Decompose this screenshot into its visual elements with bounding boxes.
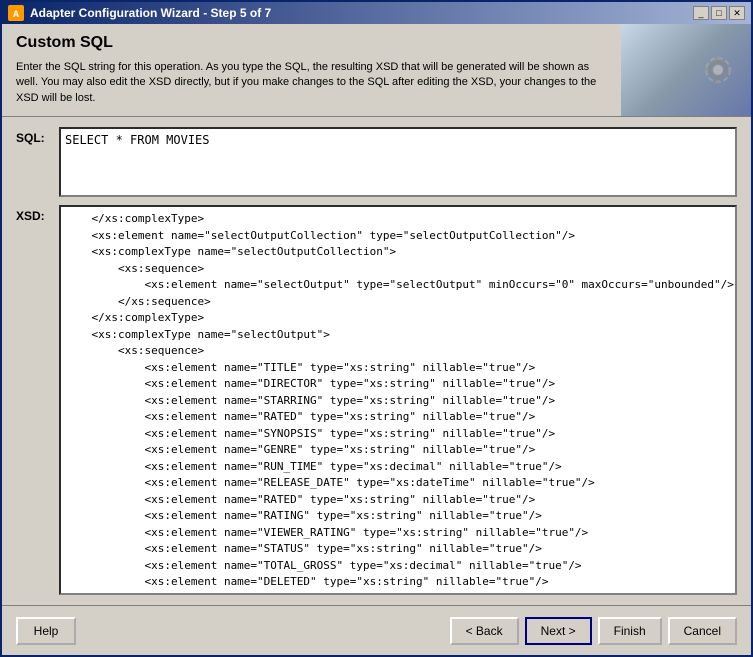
xsd-label: XSD: — [16, 205, 51, 223]
gear-icon — [693, 45, 743, 95]
title-buttons: _ □ ✕ — [693, 6, 745, 20]
next-button[interactable]: Next > — [525, 617, 592, 645]
bottom-left: Help — [16, 617, 76, 645]
minimize-button[interactable]: _ — [693, 6, 709, 20]
title-bar-left: A Adapter Configuration Wizard - Step 5 … — [8, 5, 271, 21]
close-button[interactable]: ✕ — [729, 6, 745, 20]
title-bar: A Adapter Configuration Wizard - Step 5 … — [2, 2, 751, 24]
sql-label: SQL: — [16, 127, 51, 145]
header-description: Enter the SQL string for this operation.… — [16, 60, 607, 106]
finish-button[interactable]: Finish — [598, 617, 662, 645]
sql-input[interactable]: SELECT * FROM MOVIES — [59, 127, 737, 197]
sql-field-row: SQL: SELECT * FROM MOVIES — [16, 127, 737, 197]
window-title: Adapter Configuration Wizard - Step 5 of… — [30, 6, 271, 20]
header-graphic — [621, 24, 751, 116]
header-section: Custom SQL Enter the SQL string for this… — [2, 24, 751, 117]
maximize-button[interactable]: □ — [711, 6, 727, 20]
header-left: Custom SQL Enter the SQL string for this… — [2, 24, 621, 116]
main-content: SQL: SELECT * FROM MOVIES XSD: </xs:comp… — [2, 117, 751, 605]
bottom-right: < Back Next > Finish Cancel — [450, 617, 737, 645]
cancel-button[interactable]: Cancel — [668, 617, 737, 645]
window: A Adapter Configuration Wizard - Step 5 … — [0, 0, 753, 657]
xsd-content[interactable]: </xs:complexType> <xs:element name="sele… — [59, 205, 737, 595]
xsd-container: XSD: </xs:complexType> <xs:element name=… — [16, 205, 737, 595]
app-icon: A — [8, 5, 24, 21]
page-title: Custom SQL — [16, 34, 607, 52]
bottom-bar: Help < Back Next > Finish Cancel — [2, 605, 751, 655]
back-button[interactable]: < Back — [450, 617, 519, 645]
xsd-field-row: XSD: </xs:complexType> <xs:element name=… — [16, 205, 737, 595]
content-area: Custom SQL Enter the SQL string for this… — [2, 24, 751, 655]
svg-text:A: A — [13, 9, 20, 19]
help-button[interactable]: Help — [16, 617, 76, 645]
